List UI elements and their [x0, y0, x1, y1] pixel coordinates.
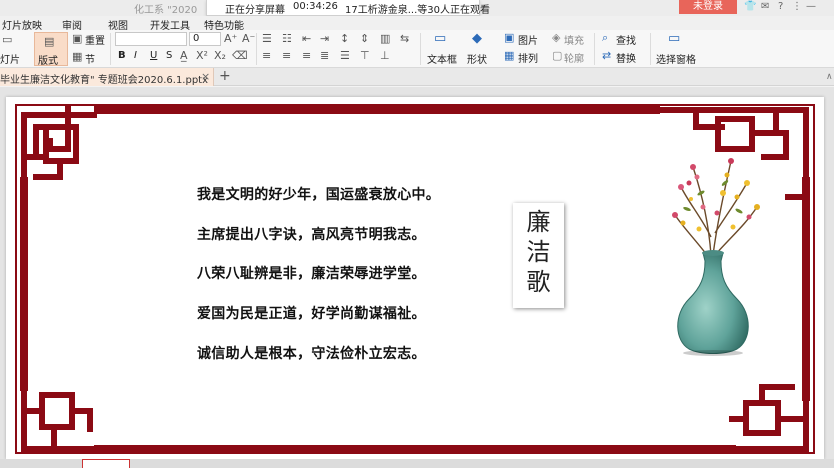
vase-illustration: [672, 158, 760, 356]
new-slide-icon[interactable]: ▭: [2, 34, 12, 46]
arrange-button[interactable]: 排列: [518, 50, 538, 65]
distribute-icon[interactable]: ☰: [340, 50, 350, 62]
poem-line: 我是文明的好少年，国运盛衰放心中。: [197, 187, 441, 203]
clear-format-icon[interactable]: ⌫: [232, 50, 248, 62]
font-color-icon[interactable]: A̲: [180, 50, 188, 62]
ribbon-divider: [110, 33, 111, 65]
section-icon: ▦: [72, 50, 83, 63]
align-top-icon[interactable]: ⊤: [360, 50, 370, 62]
poem-line: 诚信助人是根本，守法俭朴立宏志。: [197, 346, 426, 362]
layout-icon: ▤: [44, 35, 55, 48]
screen-share-bar[interactable]: 正在分享屏幕 00:34:26 17工析游金泉...等30人正在观看: [206, 0, 490, 16]
ribbon: ▭ 灯片 ▤ 版式 ▣ 重置 ▦ 节 0 A⁺ A⁻ B I U S A̲ X²…: [0, 30, 834, 68]
strike-button[interactable]: S: [166, 50, 172, 61]
underline-button[interactable]: U: [150, 50, 157, 61]
textbox-icon: ▭: [434, 31, 447, 46]
subscript-icon[interactable]: X₂: [214, 50, 226, 62]
outline-icon: ▢: [552, 49, 563, 62]
shape-button[interactable]: 形状: [467, 51, 487, 66]
align-right-icon[interactable]: ≡: [302, 50, 311, 62]
bullets-icon[interactable]: ☰: [262, 33, 272, 45]
menu-bar: 灯片放映 审阅 视图 开发工具 特色功能: [0, 16, 834, 32]
text-direction-icon[interactable]: ⇕: [360, 33, 369, 45]
poem-line: 爱国为民是正道，好学尚勤谋福祉。: [197, 306, 426, 322]
picture-button[interactable]: 图片: [518, 32, 538, 47]
find-icon: ⌕: [602, 31, 609, 44]
arrange-icon: ▦: [504, 49, 515, 62]
textbox-button[interactable]: 文本框: [427, 51, 457, 66]
italic-button[interactable]: I: [134, 50, 137, 61]
shirt-icon[interactable]: 👕: [744, 1, 756, 12]
select-pane-icon: ▭: [668, 31, 681, 46]
indent-increase-icon[interactable]: ⇥: [320, 33, 329, 45]
slide-canvas[interactable]: 我是文明的好少年，国运盛衰放心中。 主席提出八字诀，高风亮节明我志。 八荣八耻辨…: [6, 97, 824, 459]
fill-button[interactable]: 填充: [564, 32, 584, 47]
poem-line: 八荣八耻辨是非，廉洁荣辱进学堂。: [197, 266, 426, 282]
replace-icon: ⇄: [602, 49, 612, 62]
document-tab-name: 毕业生廉洁文化教育" 专题班会2020.6.1.pptx: [0, 75, 209, 86]
align-center-icon[interactable]: ≡: [282, 50, 291, 62]
replace-button[interactable]: 替换: [616, 50, 636, 65]
title-char: 洁: [526, 238, 551, 266]
share-viewers[interactable]: 17工析游金泉...等30人正在观看: [345, 1, 490, 16]
reset-button[interactable]: 重置: [85, 32, 105, 47]
layout-button[interactable]: ▤ 版式: [34, 32, 68, 67]
line-spacing-icon[interactable]: ↕: [340, 33, 349, 45]
chat-icon[interactable]: ✉: [761, 1, 769, 12]
new-slide-button[interactable]: 灯片: [0, 51, 20, 66]
more-icon[interactable]: ⋮: [792, 1, 802, 12]
ribbon-divider: [420, 33, 421, 65]
title-char: 歌: [526, 268, 551, 296]
decrease-font-icon[interactable]: A⁻: [242, 33, 255, 45]
section-button[interactable]: 节: [85, 51, 95, 66]
layout-label: 版式: [38, 56, 58, 67]
align-left-icon[interactable]: ≡: [262, 50, 271, 62]
login-button[interactable]: 未登录: [679, 0, 737, 14]
columns-icon[interactable]: ▥: [380, 33, 390, 45]
close-icon[interactable]: ×: [201, 70, 210, 83]
indent-decrease-icon[interactable]: ⇤: [302, 33, 311, 45]
poem-title-card[interactable]: 廉 洁 歌: [513, 203, 564, 308]
slide-thumbnail[interactable]: [82, 459, 130, 468]
title-bar: 化工系 "2020 正在分享屏幕 00:34:26 17工析游金泉...等30人…: [0, 0, 834, 16]
minimize-icon[interactable]: —: [806, 1, 816, 12]
scroll-up-icon[interactable]: ∧: [826, 72, 833, 82]
superscript-icon[interactable]: X²: [196, 50, 208, 62]
outline-button[interactable]: 轮廓: [564, 50, 584, 65]
ribbon-divider: [594, 33, 595, 65]
share-timer: 00:34:26: [293, 1, 338, 12]
find-button[interactable]: 查找: [616, 32, 636, 47]
share-status: 正在分享屏幕: [225, 5, 285, 16]
font-name-select[interactable]: [115, 32, 187, 46]
convert-icon[interactable]: ⇆: [400, 33, 409, 45]
numbering-icon[interactable]: ☷: [282, 33, 292, 45]
new-tab-button[interactable]: +: [219, 68, 231, 84]
help-icon[interactable]: ?: [778, 1, 783, 12]
document-tab[interactable]: 毕业生廉洁文化教育" 专题班会2020.6.1.pptx ×: [0, 68, 214, 86]
bold-button[interactable]: B: [118, 50, 126, 61]
fill-icon: ◈: [552, 31, 561, 44]
reset-icon: ▣: [72, 32, 83, 45]
picture-icon: ▣: [504, 31, 515, 44]
document-tab-bar: 毕业生廉洁文化教育" 专题班会2020.6.1.pptx × +: [0, 68, 834, 86]
align-middle-icon[interactable]: ⊥: [380, 50, 390, 62]
justify-icon[interactable]: ≣: [320, 50, 329, 62]
font-size-value: 0: [193, 33, 200, 44]
ribbon-divider: [650, 33, 651, 65]
ribbon-divider: [256, 33, 257, 65]
select-pane-button[interactable]: 选择窗格: [656, 51, 696, 66]
poem-line: 主席提出八字诀，高风亮节明我志。: [197, 227, 426, 243]
window-title: 化工系 "2020: [134, 5, 198, 16]
increase-font-icon[interactable]: A⁺: [224, 33, 237, 45]
font-size-select[interactable]: 0: [189, 32, 221, 46]
shape-icon: ◆: [472, 31, 482, 46]
title-char: 廉: [526, 208, 551, 236]
